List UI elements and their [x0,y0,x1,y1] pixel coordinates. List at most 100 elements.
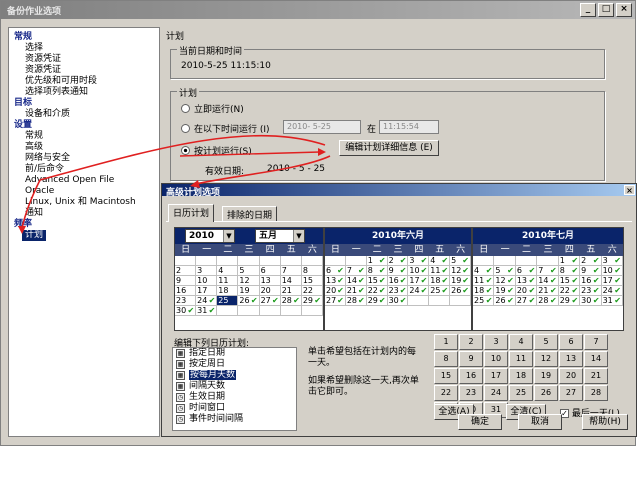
day-of-month-button[interactable]: 16 [459,368,483,384]
tree-item-general[interactable]: 常规 [11,131,157,142]
calendar-day-cell[interactable]: 9 [387,266,409,276]
calendar-day-cell[interactable]: 1 [366,256,388,266]
list-item-event-interval[interactable]: ◷ 事件时间间隔 [173,414,296,425]
calendar-day-cell[interactable]: 17 [601,276,623,286]
calendar-day-cell[interactable]: 11 [473,276,495,286]
day-of-month-button[interactable]: 22 [434,385,458,401]
day-of-month-button[interactable]: 2 [459,334,483,350]
calendar-day-cell[interactable]: 13 [259,276,281,286]
calendar-day-cell[interactable]: 9 [580,266,602,276]
year-select[interactable]: 2010 ▼ [185,229,235,243]
calendar-day-cell[interactable]: 29 [558,296,581,306]
day-of-month-button[interactable]: 11 [509,351,533,367]
day-of-month-button[interactable]: 12 [534,351,558,367]
calendar-day-cell[interactable]: 21 [280,286,302,296]
calendar-day-cell[interactable]: 28 [537,296,559,306]
calendar-day-cell[interactable]: 15 [366,276,388,286]
day-of-month-button[interactable]: 19 [534,368,558,384]
day-of-month-button[interactable]: 10 [484,351,508,367]
calendar-day-cell[interactable]: 27 [325,296,346,306]
list-item-weekdays[interactable]: ▦ 按定周日 [173,359,296,370]
calendar-day-cell[interactable]: 15 [558,276,581,286]
calendar-day-cell[interactable]: 5 [238,266,260,276]
calendar-day-cell[interactable]: 22 [366,286,388,296]
calendar-day-cell[interactable]: 8 [558,266,581,276]
day-of-month-button[interactable]: 13 [559,351,583,367]
calendar-day-cell[interactable]: 7 [345,266,367,276]
calendar-day-cell[interactable]: 3 [196,266,218,276]
calendar-day-cell[interactable]: 30 [175,306,197,316]
calendar-day-cell[interactable]: 12 [238,276,260,286]
run-at-time-field[interactable]: 11:15:54 [379,120,439,134]
calendar-day-cell[interactable]: 11 [217,276,239,286]
calendar-day-cell[interactable]: 25 [473,296,495,306]
calendar-day-cell[interactable]: 4 [217,266,239,276]
tab-calendar-schedule[interactable]: 日历计划 [168,204,215,222]
calendar-day-cell[interactable]: 26 [238,296,260,306]
minimize-button[interactable]: _ [580,3,596,17]
tab-excluded-dates[interactable]: 排除的日期 [222,206,278,221]
calendar-day-cell[interactable]: 24 [601,286,623,296]
calendar-day-cell[interactable]: 19 [450,276,471,286]
tree-item-selections[interactable]: 选择 [11,43,157,54]
calendar-day-cell[interactable]: 16 [580,276,602,286]
tree-group-general[interactable]: 常规 [11,32,157,43]
calendar-day-cell[interactable]: 5 [494,266,516,276]
calendar-day-cell[interactable]: 14 [537,276,559,286]
calendar-day-cell[interactable]: 25 [429,286,451,296]
tree-group-destination[interactable]: 目标 [11,98,157,109]
calendar-day-cell[interactable]: 6 [515,266,538,276]
day-of-month-button[interactable]: 4 [509,334,533,350]
calendar-day-cell[interactable]: 24 [408,286,430,296]
day-of-month-button[interactable]: 15 [434,368,458,384]
list-item-interval-days[interactable]: ▦ 间隔天数 [173,381,296,392]
calendar-day-cell[interactable]: 22 [301,286,323,296]
calendar-day-cell[interactable]: 4 [473,266,495,276]
calendar-day-cell[interactable]: 10 [196,276,218,286]
calendar-day-cell[interactable]: 23 [387,286,409,296]
calendar-day-cell[interactable]: 17 [408,276,430,286]
day-of-month-button[interactable]: 3 [484,334,508,350]
calendar-day-cell[interactable]: 7 [537,266,559,276]
chevron-down-icon[interactable]: ▼ [293,230,304,242]
day-of-month-button[interactable]: 25 [509,385,533,401]
calendar-day-cell[interactable]: 2 [175,266,197,276]
tree-item-notification[interactable]: 通知 [11,208,157,219]
calendar-day-cell[interactable]: 27 [515,296,538,306]
calendar-day-cell[interactable]: 12 [494,276,516,286]
calendar-day-cell[interactable]: 16 [387,276,409,286]
calendar-day-cell[interactable]: 7 [280,266,302,276]
calendar-day-cell[interactable]: 12 [450,266,471,276]
calendar-day-cell[interactable]: 24 [196,296,218,306]
day-of-month-button[interactable]: 21 [584,368,608,384]
day-of-month-button[interactable]: 27 [559,385,583,401]
calendar-day-cell[interactable]: 10 [601,266,623,276]
dialog-close-button[interactable]: × [624,185,635,195]
tree-group-settings[interactable]: 设置 [11,120,157,131]
day-of-month-button[interactable]: 26 [534,385,558,401]
tree-item-selection-list-notify[interactable]: 选择项列表通知 [11,87,157,98]
calendar-day-cell[interactable]: 18 [217,286,239,296]
tree-item-device-media[interactable]: 设备和介质 [11,109,157,120]
calendar-day-cell[interactable]: 20 [325,286,346,296]
day-of-month-button[interactable]: 9 [459,351,483,367]
calendar-day-cell[interactable]: 26 [494,296,516,306]
maximize-button[interactable]: □ [598,3,614,17]
ok-button[interactable]: 确定 [458,414,502,430]
calendar-day-cell[interactable]: 17 [196,286,218,296]
tree-item-advanced-open-file[interactable]: Advanced Open File [11,175,157,186]
calendar-day-cell[interactable]: 22 [558,286,581,296]
tree-item-network-security[interactable]: 网络与安全 [11,153,157,164]
calendar-day-cell[interactable]: 8 [366,266,388,276]
day-of-month-button[interactable]: 23 [459,385,483,401]
month-select[interactable]: 五月 ▼ [255,229,305,243]
calendar-day-cell[interactable]: 14 [280,276,302,286]
calendar-day-cell[interactable]: 31 [601,296,623,306]
run-at-date-field[interactable]: 2010- 5-25 [283,120,361,134]
tree-group-frequency[interactable]: 频率 [11,219,157,230]
calendar-day-cell[interactable]: 4 [429,256,451,266]
list-item-specific-dates[interactable]: ▦ 指定日期 [173,348,296,359]
calendar-day-cell[interactable]: 6 [325,266,346,276]
day-of-month-button[interactable]: 28 [584,385,608,401]
calendar-day-cell[interactable]: 2 [580,256,602,266]
